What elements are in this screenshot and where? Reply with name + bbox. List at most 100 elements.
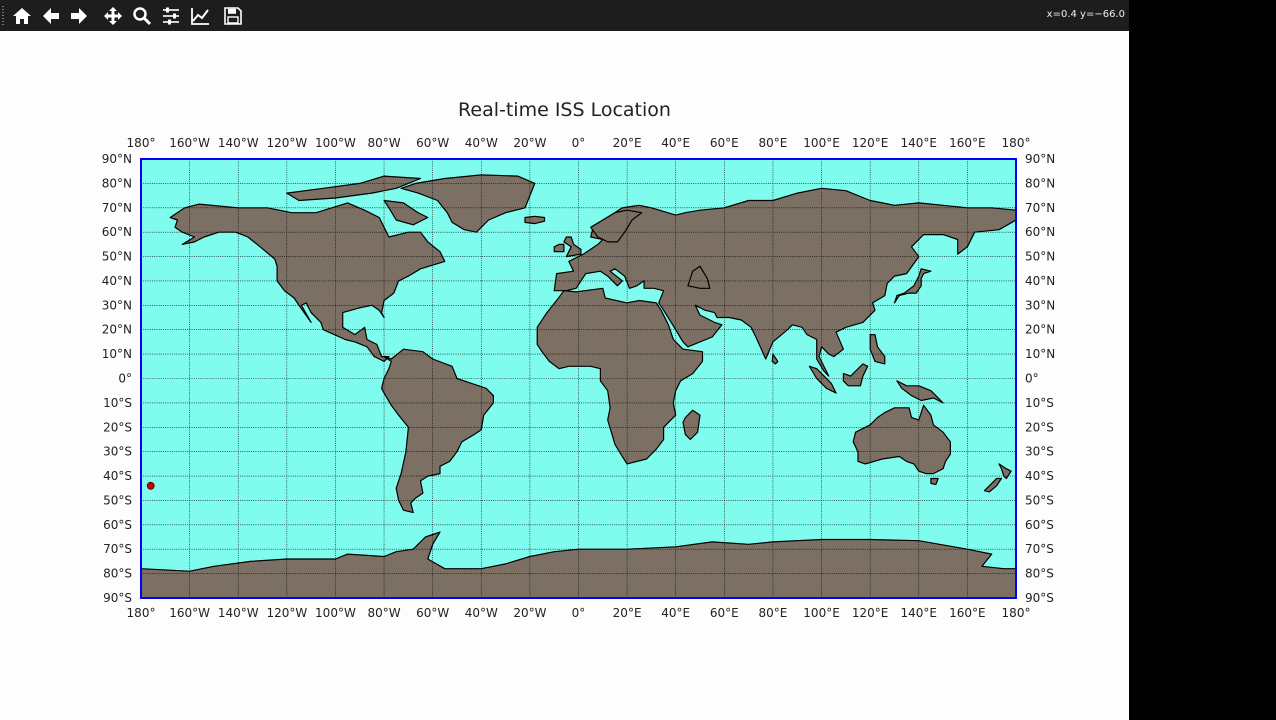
longitude-label-top: 160°E bbox=[949, 136, 986, 150]
home-icon bbox=[13, 8, 31, 24]
longitude-label-bottom: 160°W bbox=[169, 606, 210, 620]
iceland-landmass bbox=[524, 215, 546, 225]
latitude-label-right: 50°N bbox=[1025, 250, 1055, 264]
longitude-label-top: 120°W bbox=[266, 136, 307, 150]
longitude-label-top: 180° bbox=[127, 136, 156, 150]
line-chart-icon bbox=[191, 8, 209, 25]
save-button[interactable] bbox=[221, 4, 245, 28]
latitude-label-left: 0° bbox=[118, 372, 132, 386]
longitude-label-bottom: 40°W bbox=[465, 606, 498, 620]
latitude-label-right: 80°N bbox=[1025, 176, 1055, 190]
latitude-label-right: 40°S bbox=[1025, 469, 1054, 483]
latitude-label-left: 30°S bbox=[103, 445, 132, 459]
latitude-label-right: 0° bbox=[1025, 372, 1039, 386]
latitude-label-right: 70°N bbox=[1025, 201, 1055, 215]
latitude-label-left: 90°N bbox=[102, 152, 132, 166]
arrow-left-icon bbox=[43, 8, 59, 24]
longitude-label-bottom: 60°E bbox=[710, 606, 739, 620]
latitude-label-left: 20°S bbox=[103, 420, 132, 434]
latitude-label-left: 40°S bbox=[103, 469, 132, 483]
latitude-label-left: 80°N bbox=[102, 176, 132, 190]
latitude-label-left: 20°N bbox=[102, 323, 132, 337]
longitude-label-top: 60°E bbox=[710, 136, 739, 150]
empty-region bbox=[1129, 0, 1276, 720]
floppy-disk-icon bbox=[224, 7, 242, 25]
home-button[interactable] bbox=[10, 4, 34, 28]
zoom-button[interactable] bbox=[130, 4, 154, 28]
latitude-label-right: 40°N bbox=[1025, 274, 1055, 288]
pan-button[interactable] bbox=[101, 4, 125, 28]
longitude-label-top: 140°W bbox=[218, 136, 259, 150]
longitude-label-bottom: 80°W bbox=[367, 606, 400, 620]
latitude-label-right: 60°S bbox=[1025, 518, 1054, 532]
longitude-label-top: 0° bbox=[572, 136, 586, 150]
latitude-label-left: 40°N bbox=[102, 274, 132, 288]
latitude-label-left: 50°S bbox=[103, 493, 132, 507]
latitude-label-left: 60°N bbox=[102, 225, 132, 239]
arrow-right-icon bbox=[71, 8, 87, 24]
iss-position-marker[interactable] bbox=[146, 481, 155, 490]
longitude-label-top: 20°E bbox=[613, 136, 642, 150]
latitude-label-right: 90°S bbox=[1025, 591, 1054, 605]
plot-area bbox=[140, 158, 1017, 599]
edit-axis-button[interactable] bbox=[188, 4, 212, 28]
longitude-label-bottom: 20°E bbox=[613, 606, 642, 620]
longitude-label-bottom: 20°W bbox=[513, 606, 546, 620]
latitude-label-right: 90°N bbox=[1025, 152, 1055, 166]
latitude-label-left: 10°S bbox=[103, 396, 132, 410]
longitude-label-top: 100°W bbox=[315, 136, 356, 150]
world-map[interactable]: 180° 180° 160°W 160°W 140°W 140°W 120°W 120°W 10… bbox=[0, 31, 1129, 720]
longitude-label-top: 40°E bbox=[661, 136, 690, 150]
move-icon bbox=[104, 7, 122, 25]
toolbar-grip[interactable] bbox=[2, 6, 4, 26]
latitude-label-right: 70°S bbox=[1025, 542, 1054, 556]
configure-subplots-button[interactable] bbox=[159, 4, 183, 28]
figure-canvas[interactable]: Real-time ISS Location 180° 180° 160°W 160°… bbox=[0, 31, 1129, 720]
longitude-label-bottom: 0° bbox=[572, 606, 586, 620]
latitude-label-right: 50°S bbox=[1025, 493, 1054, 507]
longitude-label-top: 40°W bbox=[465, 136, 498, 150]
latitude-label-right: 10°S bbox=[1025, 396, 1054, 410]
longitude-label-top: 60°W bbox=[416, 136, 449, 150]
latitude-label-left: 10°N bbox=[102, 347, 132, 361]
cursor-coordinates: x=0.4 y=−66.0 bbox=[1046, 9, 1125, 20]
longitude-label-bottom: 140°E bbox=[901, 606, 938, 620]
longitude-label-top: 100°E bbox=[803, 136, 840, 150]
longitude-label-bottom: 180° bbox=[127, 606, 156, 620]
latitude-label-left: 60°S bbox=[103, 518, 132, 532]
latitude-label-right: 10°N bbox=[1025, 347, 1055, 361]
latitude-label-right: 30°N bbox=[1025, 298, 1055, 312]
longitude-label-bottom: 60°W bbox=[416, 606, 449, 620]
latitude-label-left: 30°N bbox=[102, 298, 132, 312]
latitude-label-right: 60°N bbox=[1025, 225, 1055, 239]
forward-button[interactable] bbox=[67, 4, 91, 28]
latitude-label-right: 20°N bbox=[1025, 323, 1055, 337]
latitude-label-right: 30°S bbox=[1025, 445, 1054, 459]
latitude-label-left: 70°N bbox=[102, 201, 132, 215]
longitude-label-bottom: 120°W bbox=[266, 606, 307, 620]
longitude-label-bottom: 160°E bbox=[949, 606, 986, 620]
longitude-label-top: 120°E bbox=[852, 136, 889, 150]
sliders-icon bbox=[163, 7, 179, 25]
latitude-label-left: 90°S bbox=[103, 591, 132, 605]
navigation-toolbar: x=0.4 y=−66.0 bbox=[0, 0, 1129, 31]
longitude-label-top: 20°W bbox=[513, 136, 546, 150]
longitude-label-bottom: 80°E bbox=[759, 606, 788, 620]
latitude-label-left: 80°S bbox=[103, 567, 132, 581]
magnifier-icon bbox=[133, 7, 152, 26]
latitude-label-right: 20°S bbox=[1025, 420, 1054, 434]
longitude-label-top: 160°W bbox=[169, 136, 210, 150]
ireland-landmass bbox=[553, 243, 565, 253]
back-button[interactable] bbox=[39, 4, 63, 28]
longitude-label-top: 140°E bbox=[901, 136, 938, 150]
longitude-label-bottom: 120°E bbox=[852, 606, 889, 620]
longitude-label-bottom: 100°W bbox=[315, 606, 356, 620]
latitude-label-left: 70°S bbox=[103, 542, 132, 556]
latitude-label-right: 80°S bbox=[1025, 567, 1054, 581]
longitude-label-top: 80°W bbox=[367, 136, 400, 150]
longitude-label-top: 180° bbox=[1002, 136, 1031, 150]
longitude-label-bottom: 100°E bbox=[803, 606, 840, 620]
longitude-label-bottom: 180° bbox=[1002, 606, 1031, 620]
latitude-label-left: 50°N bbox=[102, 250, 132, 264]
longitude-label-bottom: 140°W bbox=[218, 606, 259, 620]
